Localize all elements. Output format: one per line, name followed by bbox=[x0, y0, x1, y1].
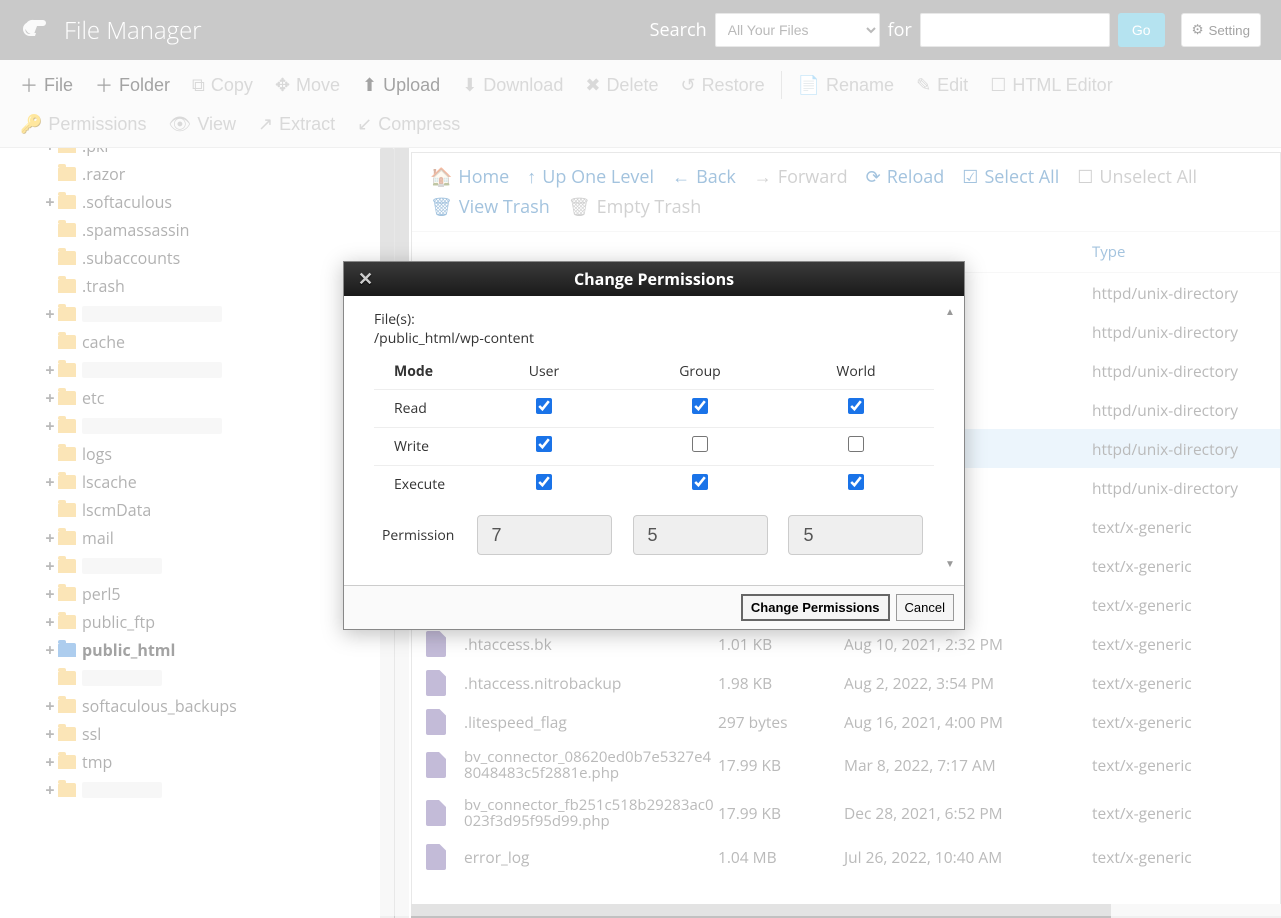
cancel-button[interactable]: Cancel bbox=[896, 594, 954, 621]
group-header: Group bbox=[622, 354, 778, 390]
exec-world-checkbox[interactable] bbox=[848, 474, 864, 490]
exec-user-checkbox[interactable] bbox=[536, 474, 552, 490]
perm-user-input[interactable] bbox=[477, 515, 612, 555]
exec-group-checkbox[interactable] bbox=[692, 474, 708, 490]
write-label: Write bbox=[374, 428, 466, 466]
modal-title: Change Permissions bbox=[574, 268, 734, 290]
modal-body: ▲ ▼ File(s): /public_html/wp-content Mod… bbox=[344, 296, 964, 585]
write-user-checkbox[interactable] bbox=[536, 436, 552, 452]
read-label: Read bbox=[374, 390, 466, 428]
user-header: User bbox=[466, 354, 622, 390]
write-world-checkbox[interactable] bbox=[848, 436, 864, 452]
modal-footer: Change Permissions Cancel bbox=[344, 585, 964, 629]
world-header: World bbox=[778, 354, 934, 390]
read-user-checkbox[interactable] bbox=[536, 398, 552, 414]
close-icon[interactable]: ✕ bbox=[358, 267, 373, 291]
file-path: /public_html/wp-content bbox=[374, 329, 934, 348]
read-world-checkbox[interactable] bbox=[848, 398, 864, 414]
perm-world-input[interactable] bbox=[788, 515, 923, 555]
mode-header: Mode bbox=[374, 354, 466, 390]
arrow-up-icon: ▲ bbox=[944, 304, 956, 316]
files-label: File(s): bbox=[374, 310, 934, 329]
permissions-table: Mode User Group World Read Write bbox=[374, 354, 934, 563]
permission-label: Permission bbox=[374, 503, 466, 563]
write-group-checkbox[interactable] bbox=[692, 436, 708, 452]
arrow-down-icon: ▼ bbox=[944, 556, 956, 568]
modal-header: ✕ Change Permissions bbox=[344, 262, 964, 296]
change-permissions-modal: ✕ Change Permissions ▲ ▼ File(s): /publi… bbox=[343, 261, 965, 630]
change-permissions-button[interactable]: Change Permissions bbox=[741, 594, 890, 621]
execute-label: Execute bbox=[374, 466, 466, 504]
read-group-checkbox[interactable] bbox=[692, 398, 708, 414]
perm-group-input[interactable] bbox=[633, 515, 768, 555]
modal-scrollbar[interactable]: ▲ ▼ bbox=[944, 304, 960, 574]
